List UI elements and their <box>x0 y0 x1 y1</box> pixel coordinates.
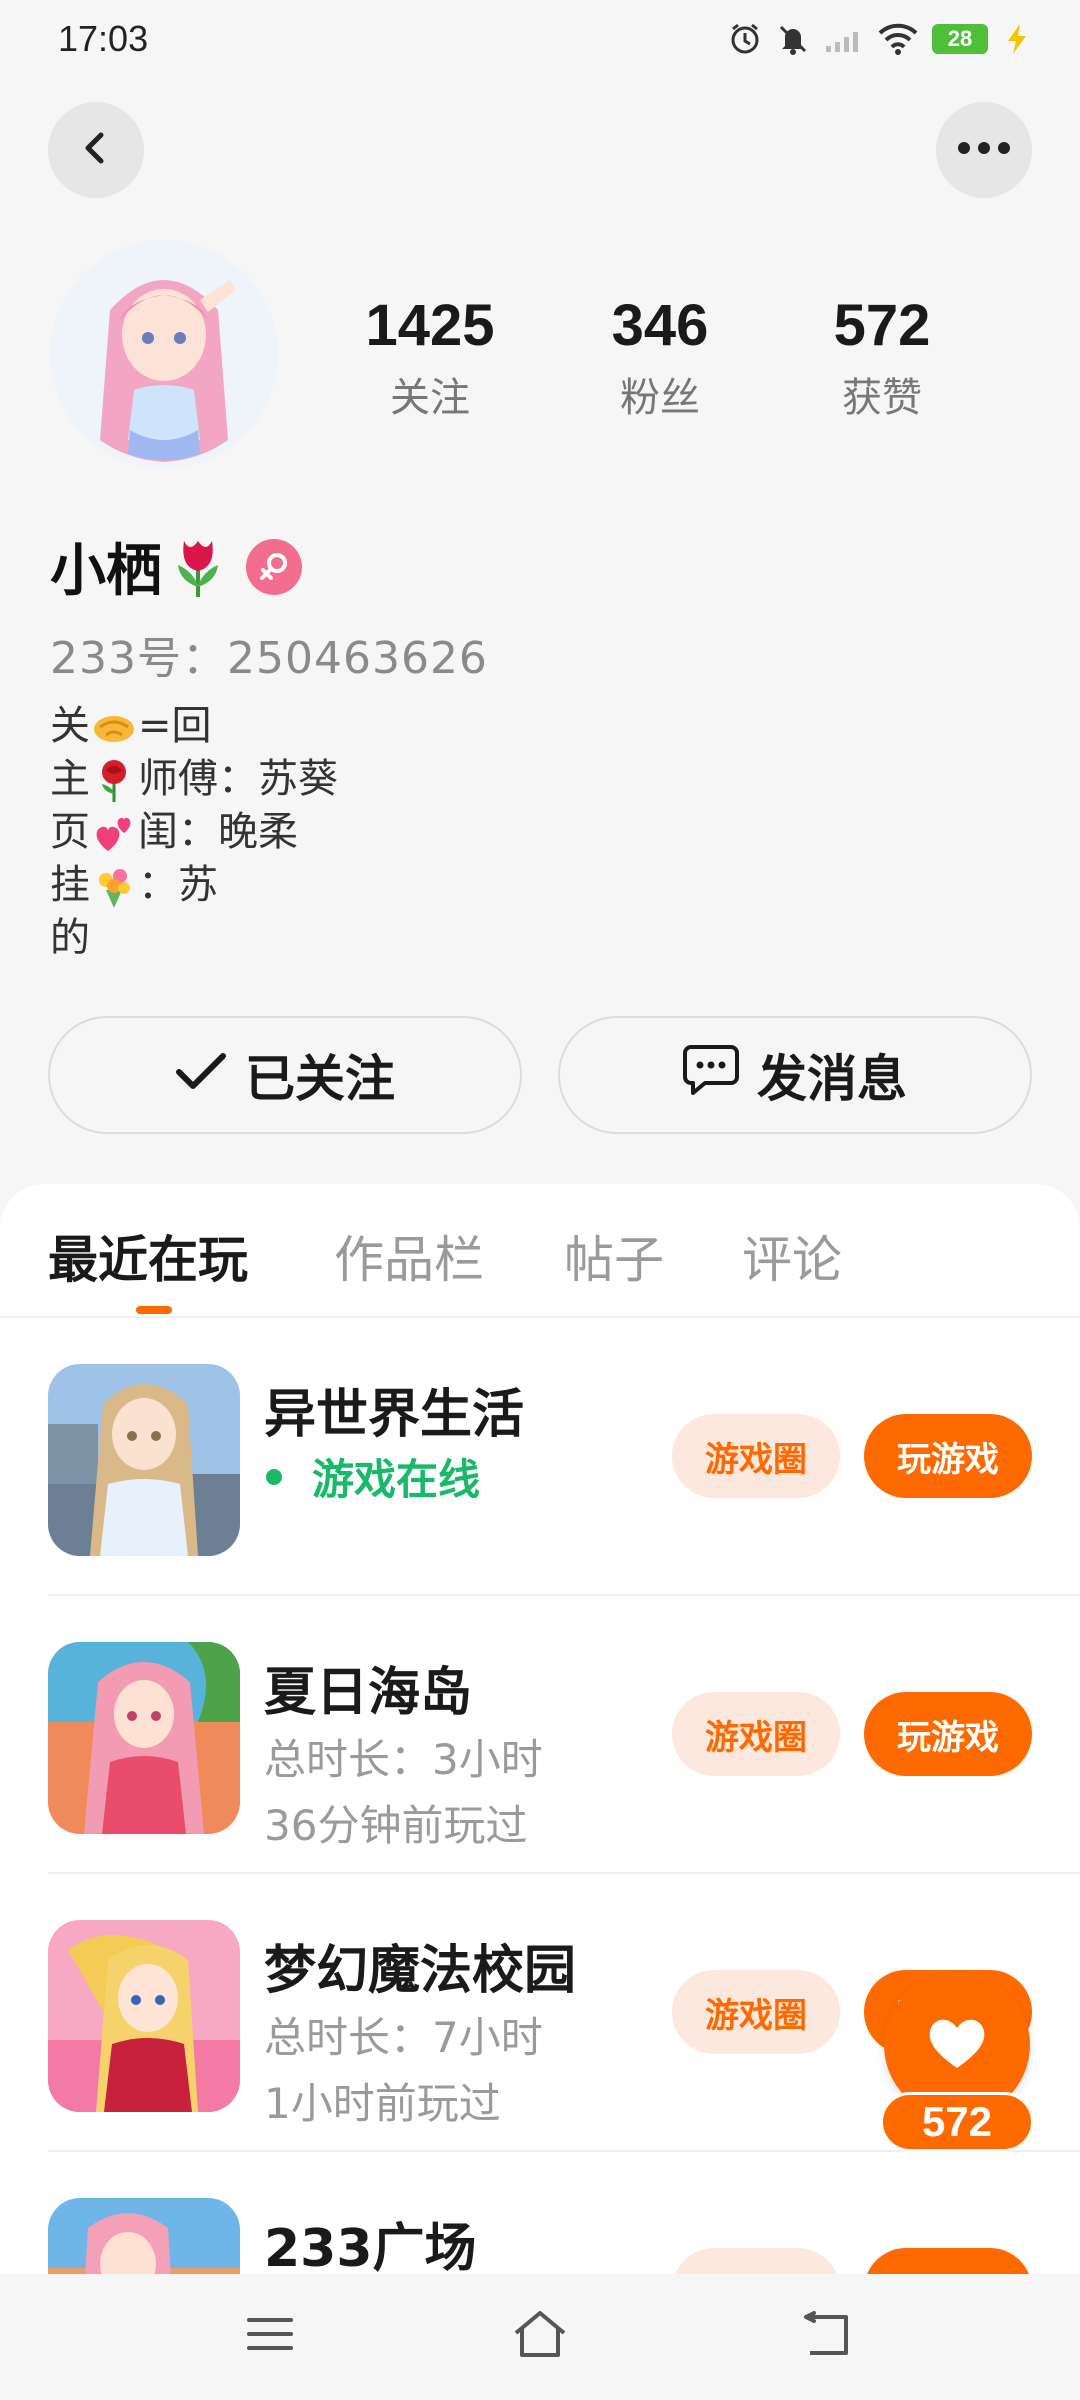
battery-icon: 28 <box>932 24 988 54</box>
female-icon <box>246 538 302 595</box>
game-icon[interactable] <box>48 2198 240 2274</box>
chevron-left-icon <box>76 128 116 172</box>
play-duration: 总时长：7小时 <box>264 2013 543 2062</box>
navigation-bar <box>0 2274 1080 2400</box>
stat-likes[interactable]: 572 获赞 <box>782 292 982 423</box>
last-played: 36分钟前玩过 <box>264 1801 528 1850</box>
tab-works[interactable]: 作品栏 <box>334 1220 484 1292</box>
two-hearts-icon <box>96 817 131 851</box>
game-title: 夏日海岛 <box>264 1663 473 1723</box>
more-button[interactable] <box>936 102 1032 198</box>
more-icon <box>956 140 1012 160</box>
stat-value: 572 <box>833 293 931 358</box>
bio-text: 的 <box>50 915 90 961</box>
online-dot-icon <box>266 1468 282 1485</box>
bio: 关 =回 主 师傅：苏葵 页 闺：晚柔 挂 ：苏 的 <box>50 700 338 965</box>
user-id: 233号：250463626 <box>50 633 488 684</box>
message-label: 发消息 <box>757 1050 907 1108</box>
play-game-button[interactable]: 玩游戏 <box>864 1414 1032 1498</box>
game-circle-button[interactable]: 游戏圈 <box>672 1414 840 1498</box>
status-time: 17:03 <box>58 18 149 59</box>
chat-bubble-icon <box>683 1043 739 1107</box>
following-label: 已关注 <box>245 1050 395 1108</box>
stat-label: 关注 <box>390 375 470 421</box>
game-row[interactable]: 233广场 游戏圈 玩游戏 <box>0 2152 1080 2274</box>
like-count: 572 <box>880 2092 1034 2152</box>
game-title: 异世界生活 <box>264 1385 525 1445</box>
tab-indicator <box>136 1306 172 1314</box>
bio-line: 挂 ：苏 <box>50 859 338 912</box>
profile-name: 小栖 <box>50 539 162 604</box>
game-circle-button[interactable]: 游戏圈 <box>672 1970 840 2054</box>
status-icons: 28 <box>728 22 1032 56</box>
home-button[interactable] <box>500 2304 580 2368</box>
avatar[interactable] <box>50 240 278 468</box>
game-icon[interactable] <box>48 1642 240 1834</box>
last-played: 1小时前玩过 <box>264 2079 501 2128</box>
alarm-icon <box>728 22 762 56</box>
bio-line: 关 =回 <box>50 700 338 753</box>
check-icon <box>175 1046 227 1104</box>
game-row[interactable]: 异世界生活 游戏在线 游戏圈 玩游戏 <box>0 1318 1080 1596</box>
game-icon[interactable] <box>48 1364 240 1556</box>
bio-line: 的 <box>50 912 338 965</box>
wifi-icon <box>878 23 918 55</box>
like-float-button[interactable]: 572 <box>880 1972 1034 2152</box>
home-icon <box>510 2309 570 2363</box>
stat-label: 获赞 <box>842 375 922 421</box>
play-game-button[interactable]: 玩游戏 <box>864 1692 1032 1776</box>
tab-bar: 最近在玩 作品栏 帖子 评论 <box>0 1184 1080 1318</box>
game-icon[interactable] <box>48 1920 240 2112</box>
charging-icon <box>1002 22 1032 56</box>
stat-following[interactable]: 1425 关注 <box>330 292 530 423</box>
heart-icon <box>925 2014 989 2076</box>
signal-icon <box>824 24 864 54</box>
play-game-button[interactable]: 玩游戏 <box>864 2248 1032 2274</box>
game-title: 梦幻魔法校园 <box>264 1941 577 2001</box>
online-text: 游戏在线 <box>312 1455 481 1504</box>
tulip-icon <box>170 531 226 603</box>
back-icon <box>800 2311 852 2361</box>
mute-icon <box>776 22 810 56</box>
bio-text: =回 <box>138 703 212 749</box>
tab-comments[interactable]: 评论 <box>742 1220 842 1292</box>
bio-text: 师傅：苏葵 <box>138 756 338 802</box>
handshake-icon <box>94 715 134 742</box>
stat-value: 1425 <box>365 293 495 358</box>
status-bar: 17:03 28 <box>0 0 1080 84</box>
rose-icon <box>102 759 126 802</box>
tab-recent[interactable]: 最近在玩 <box>48 1220 248 1292</box>
tab-posts[interactable]: 帖子 <box>564 1220 664 1292</box>
bio-text: 主 <box>50 756 90 802</box>
game-title: 233广场 <box>264 2219 477 2274</box>
bio-text: 关 <box>50 703 90 749</box>
stat-followers[interactable]: 346 粉丝 <box>560 292 760 423</box>
message-button[interactable]: 发消息 <box>558 1016 1032 1134</box>
bio-text: 闺：晚柔 <box>138 809 298 855</box>
name-row: 小栖 <box>50 526 302 607</box>
menu-icon <box>245 2314 295 2358</box>
game-circle-button[interactable]: 游戏圈 <box>672 1692 840 1776</box>
stat-label: 粉丝 <box>620 375 700 421</box>
bouquet-icon <box>99 868 130 908</box>
game-row[interactable]: 夏日海岛 总时长：3小时 36分钟前玩过 游戏圈 玩游戏 <box>0 1596 1080 1874</box>
bio-line: 页 闺：晚柔 <box>50 806 338 859</box>
online-status: 游戏在线 <box>264 1446 480 1507</box>
play-duration: 总时长：3小时 <box>264 1735 543 1784</box>
bio-text: 挂 <box>50 862 90 908</box>
bio-line: 主 师傅：苏葵 <box>50 753 338 806</box>
back-button[interactable] <box>48 102 144 198</box>
stat-value: 346 <box>611 293 709 358</box>
menu-button[interactable] <box>230 2304 310 2368</box>
bio-text: 页 <box>50 809 90 855</box>
bio-text: ：苏 <box>138 862 218 908</box>
back-nav-button[interactable] <box>786 2304 866 2368</box>
following-button[interactable]: 已关注 <box>48 1016 522 1134</box>
game-circle-button[interactable]: 游戏圈 <box>672 2248 840 2274</box>
